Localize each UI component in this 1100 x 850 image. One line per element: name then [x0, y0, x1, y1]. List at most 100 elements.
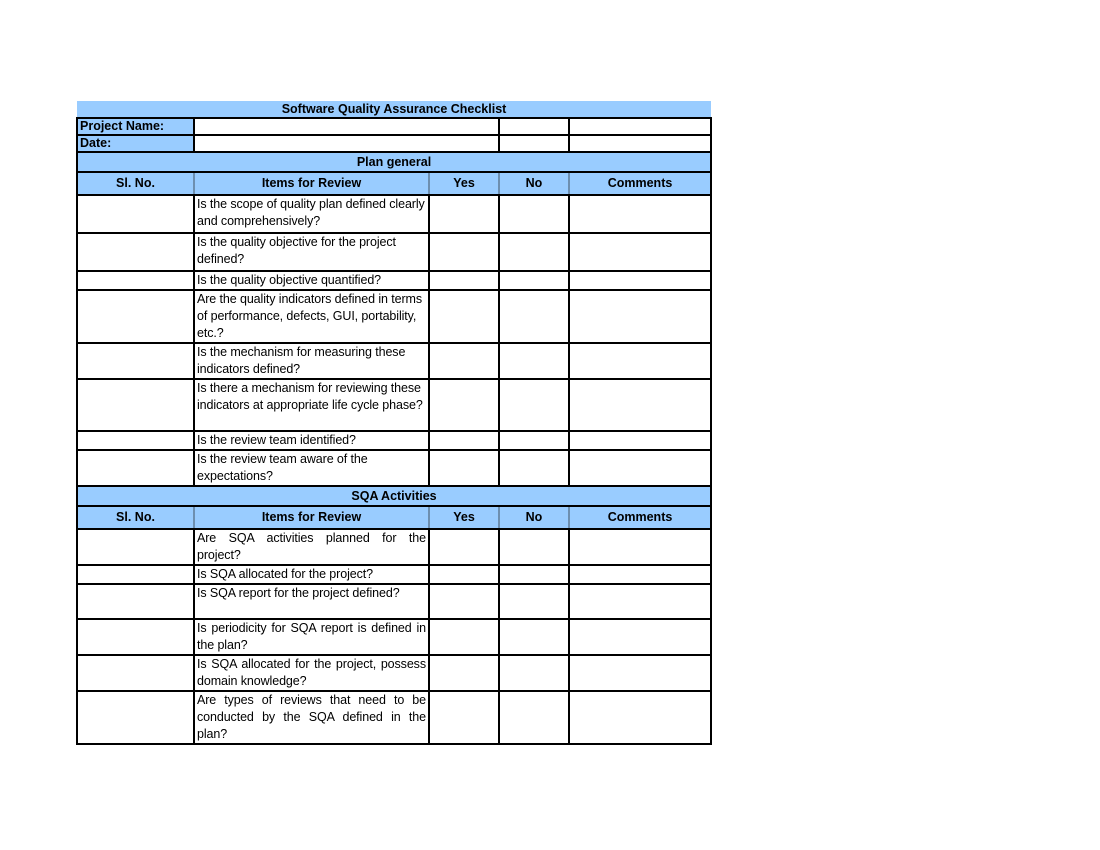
section-0: Plan general Sl. No. Items for Review Yes No… — [75, 151, 713, 487]
checklist-table: Software Quality Assurance Checklist Pro… — [75, 101, 713, 745]
checklist-row: Is SQA allocated for the project, posses… — [76, 654, 713, 692]
review-item-text: Is SQA allocated for the project, posses… — [193, 654, 430, 692]
column-header-items-for-review: Items for Review — [193, 505, 430, 530]
project-name-field[interactable] — [193, 117, 500, 136]
review-item-text: Is SQA allocated for the project? — [193, 564, 430, 585]
date-field[interactable] — [193, 134, 500, 153]
sl-no-cell[interactable] — [76, 289, 195, 344]
checklist-title: Software Quality Assurance Checklist — [77, 101, 712, 119]
project-name-extra-cell-2[interactable] — [567, 117, 713, 136]
sl-no-cell[interactable] — [76, 430, 195, 451]
comments-cell[interactable] — [567, 430, 713, 451]
review-item-text: Is the mechanism for measuring these ind… — [193, 342, 430, 380]
yes-cell[interactable] — [428, 449, 500, 487]
yes-cell[interactable] — [428, 270, 500, 291]
sl-no-cell[interactable] — [76, 690, 195, 745]
sl-no-cell[interactable] — [76, 564, 195, 585]
no-cell[interactable] — [498, 289, 570, 344]
column-header-yes: Yes — [428, 505, 500, 530]
checklist-row: Is the quality objective quantified? — [76, 270, 713, 291]
title-row: Software Quality Assurance Checklist — [77, 101, 712, 119]
yes-cell[interactable] — [428, 528, 500, 566]
checklist-row: Is the review team aware of the expectat… — [76, 449, 713, 487]
yes-cell[interactable] — [428, 690, 500, 745]
checklist-row: Are SQA activities planned for the proje… — [76, 528, 713, 566]
checklist-row: Is SQA report for the project defined? — [76, 583, 713, 620]
sl-no-cell[interactable] — [76, 528, 195, 566]
checklist-row: Is the review team identified? — [76, 430, 713, 451]
sl-no-cell[interactable] — [76, 583, 195, 620]
sl-no-cell[interactable] — [76, 618, 195, 656]
sl-no-cell[interactable] — [76, 378, 195, 432]
yes-cell[interactable] — [428, 342, 500, 380]
yes-cell[interactable] — [428, 232, 500, 272]
yes-cell[interactable] — [428, 430, 500, 451]
comments-cell[interactable] — [567, 564, 713, 585]
comments-cell[interactable] — [567, 690, 713, 745]
no-cell[interactable] — [498, 378, 570, 432]
no-cell[interactable] — [498, 449, 570, 487]
checklist-row: Are types of reviews that need to be con… — [76, 690, 713, 745]
comments-cell[interactable] — [567, 232, 713, 272]
sl-no-cell[interactable] — [76, 654, 195, 692]
no-cell[interactable] — [498, 430, 570, 451]
column-header-items-for-review: Items for Review — [193, 171, 430, 196]
comments-cell[interactable] — [567, 289, 713, 344]
comments-cell[interactable] — [567, 194, 713, 234]
no-cell[interactable] — [498, 342, 570, 380]
review-item-text: Is periodicity for SQA report is defined… — [193, 618, 430, 656]
no-cell[interactable] — [498, 232, 570, 272]
review-item-text: Is there a mechanism for reviewing these… — [193, 378, 430, 432]
checklist-row: Is there a mechanism for reviewing these… — [76, 378, 713, 432]
sl-no-cell[interactable] — [76, 270, 195, 291]
comments-cell[interactable] — [567, 583, 713, 620]
no-cell[interactable] — [498, 690, 570, 745]
column-header-no: No — [498, 505, 570, 530]
no-cell[interactable] — [498, 270, 570, 291]
comments-cell[interactable] — [567, 342, 713, 380]
yes-cell[interactable] — [428, 618, 500, 656]
no-cell[interactable] — [498, 654, 570, 692]
section-title-row: SQA Activities — [75, 485, 713, 507]
date-row: Date: — [76, 134, 713, 153]
comments-cell[interactable] — [567, 270, 713, 291]
comments-cell[interactable] — [567, 618, 713, 656]
sl-no-cell[interactable] — [76, 232, 195, 272]
no-cell[interactable] — [498, 618, 570, 656]
review-item-text: Are the quality indicators defined in te… — [193, 289, 430, 344]
comments-cell[interactable] — [567, 378, 713, 432]
comments-cell[interactable] — [567, 654, 713, 692]
column-header-sl-no: Sl. No. — [76, 171, 195, 196]
comments-cell[interactable] — [567, 528, 713, 566]
no-cell[interactable] — [498, 564, 570, 585]
checklist-row: Is SQA allocated for the project? — [76, 564, 713, 585]
sl-no-cell[interactable] — [76, 449, 195, 487]
review-item-text: Is the review team identified? — [193, 430, 430, 451]
section-title: SQA Activities — [75, 485, 713, 507]
no-cell[interactable] — [498, 528, 570, 566]
column-header-row: Sl. No. Items for Review Yes No Comments — [76, 505, 713, 530]
no-cell[interactable] — [498, 194, 570, 234]
column-header-comments: Comments — [567, 505, 713, 530]
review-item-text: Is the review team aware of the expectat… — [193, 449, 430, 487]
comments-cell[interactable] — [567, 449, 713, 487]
checklist-row: Is the quality objective for the project… — [76, 232, 713, 272]
column-header-sl-no: Sl. No. — [76, 505, 195, 530]
section-title: Plan general — [75, 151, 713, 173]
sl-no-cell[interactable] — [76, 194, 195, 234]
sl-no-cell[interactable] — [76, 342, 195, 380]
review-item-text: Is the scope of quality plan defined cle… — [193, 194, 430, 234]
yes-cell[interactable] — [428, 378, 500, 432]
checklist-row: Is the mechanism for measuring these ind… — [76, 342, 713, 380]
yes-cell[interactable] — [428, 194, 500, 234]
date-extra-cell-2[interactable] — [567, 134, 713, 153]
review-item-text: Are SQA activities planned for the proje… — [193, 528, 430, 566]
yes-cell[interactable] — [428, 583, 500, 620]
project-name-row: Project Name: — [76, 117, 713, 136]
yes-cell[interactable] — [428, 654, 500, 692]
yes-cell[interactable] — [428, 289, 500, 344]
date-extra-cell-1[interactable] — [498, 134, 570, 153]
project-name-extra-cell-1[interactable] — [498, 117, 570, 136]
yes-cell[interactable] — [428, 564, 500, 585]
no-cell[interactable] — [498, 583, 570, 620]
